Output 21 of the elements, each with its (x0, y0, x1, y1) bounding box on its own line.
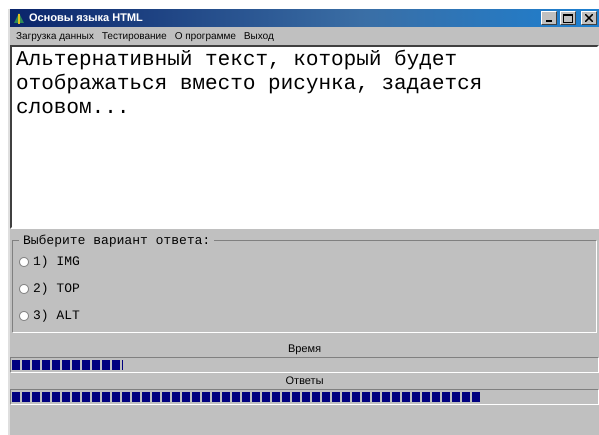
option-label[interactable]: 1) IMG (33, 254, 80, 269)
maximize-button[interactable] (560, 11, 576, 25)
menu-item[interactable]: О программе (170, 30, 240, 42)
menu-item[interactable]: Тестирование (98, 30, 171, 42)
radio-button[interactable] (19, 284, 29, 294)
radio-button[interactable] (19, 256, 29, 266)
option-label[interactable]: 3) ALT (33, 308, 80, 323)
menu-item[interactable]: Загрузка данных (12, 30, 98, 42)
group-legend: Выберите вариант ответа: (19, 233, 214, 248)
progress-label: Время (286, 342, 322, 357)
window-title: Основы языка HTML (29, 12, 144, 24)
menu-item[interactable]: Выход (240, 30, 278, 42)
radio-button[interactable] (19, 310, 29, 320)
close-button[interactable] (581, 11, 597, 25)
close-icon (585, 14, 593, 22)
maximize-icon (563, 14, 573, 22)
minimize-button[interactable] (541, 11, 557, 25)
progress-label: Ответы (284, 374, 324, 389)
app-icon (12, 11, 26, 25)
question-text: Альтернативный текст, который будет отображаться вместо рисунка, задается словом... (10, 45, 599, 229)
option-label[interactable]: 2) TOP (33, 281, 80, 296)
